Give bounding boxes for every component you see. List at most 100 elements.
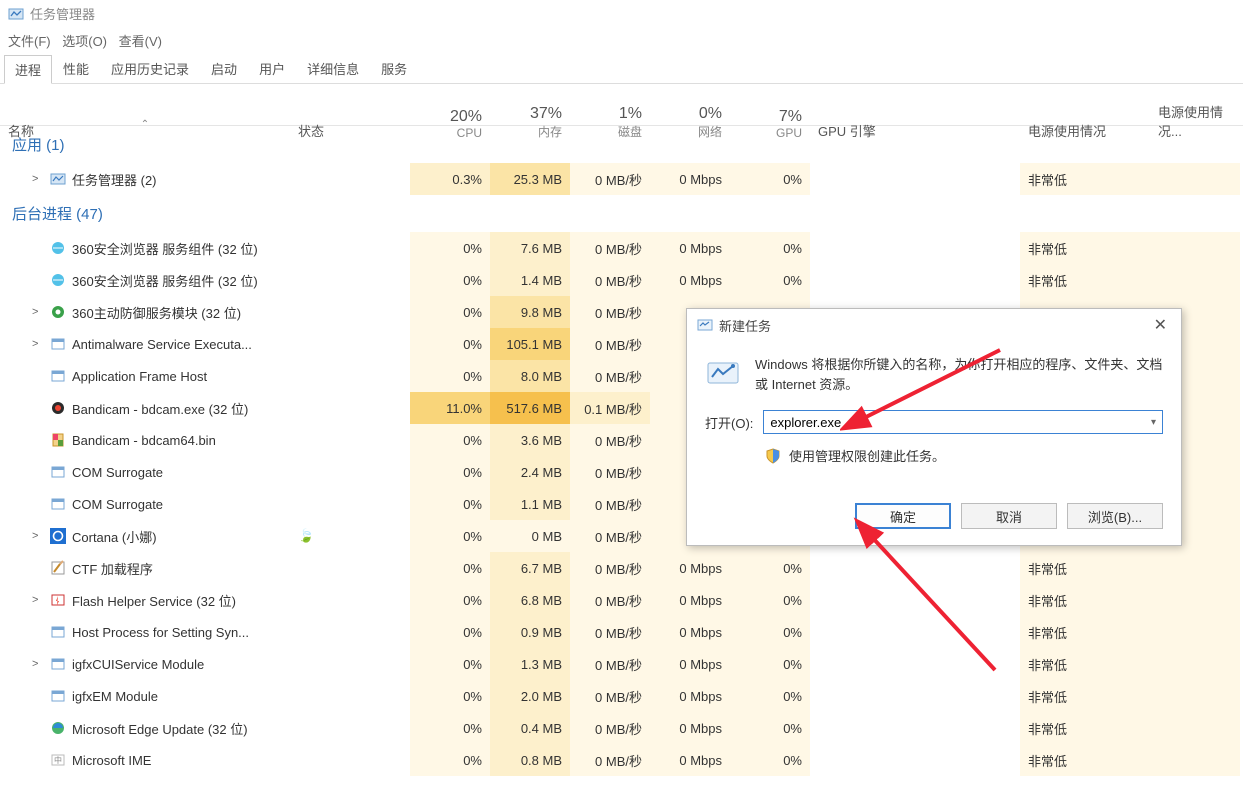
- disk-cell: 0 MB/秒: [570, 744, 650, 776]
- col-disk[interactable]: 1%磁盘: [570, 105, 650, 140]
- process-icon: [50, 272, 66, 288]
- process-row[interactable]: >任务管理器 (2)0.3%25.3 MB0 MB/秒0 Mbps0%非常低: [0, 163, 1243, 195]
- process-icon: [50, 464, 66, 480]
- memory-cell: 8.0 MB: [490, 360, 570, 392]
- disk-cell: 0 MB/秒: [570, 456, 650, 488]
- tab-3[interactable]: 启动: [200, 54, 248, 83]
- process-icon: [50, 336, 66, 352]
- cpu-cell: 0%: [410, 648, 490, 680]
- network-cell: 0 Mbps: [650, 264, 730, 296]
- process-icon: [50, 304, 66, 320]
- expander-icon[interactable]: >: [32, 530, 44, 542]
- network-cell: 0 Mbps: [650, 616, 730, 648]
- tab-5[interactable]: 详细信息: [296, 54, 370, 83]
- expander-icon[interactable]: >: [32, 658, 44, 670]
- col-memory[interactable]: 37%内存: [490, 105, 570, 140]
- memory-cell: 7.6 MB: [490, 232, 570, 264]
- status-cell: [290, 296, 410, 328]
- tab-2[interactable]: 应用历史记录: [100, 54, 200, 83]
- col-gpu-engine[interactable]: GPU 引擎: [810, 103, 1020, 140]
- disk-cell: 0 MB/秒: [570, 232, 650, 264]
- task-manager-app-icon: [8, 6, 24, 22]
- process-name: Bandicam - bdcam64.bin: [72, 433, 216, 448]
- browse-button[interactable]: 浏览(B)...: [1067, 503, 1163, 529]
- disk-cell: 0 MB/秒: [570, 584, 650, 616]
- status-cell: [290, 744, 410, 776]
- tab-0[interactable]: 进程: [4, 55, 52, 84]
- annotation-arrow-2: [845, 510, 1025, 690]
- expander-icon[interactable]: >: [32, 306, 44, 318]
- disk-cell: 0.1 MB/秒: [570, 392, 650, 424]
- memory-cell: 2.0 MB: [490, 680, 570, 712]
- menu-file[interactable]: 文件(F): [8, 34, 51, 49]
- shield-icon: [765, 448, 781, 464]
- power-cell: 非常低: [1020, 163, 1150, 195]
- power-cell: 非常低: [1020, 232, 1150, 264]
- process-row[interactable]: 360安全浏览器 服务组件 (32 位)0%1.4 MB0 MB/秒0 Mbps…: [0, 264, 1243, 296]
- power-cell: 非常低: [1020, 584, 1150, 616]
- process-name: Application Frame Host: [72, 369, 207, 384]
- process-row[interactable]: >igfxCUIService Module0%1.3 MB0 MB/秒0 Mb…: [0, 648, 1243, 680]
- status-cell: [290, 424, 410, 456]
- tab-6[interactable]: 服务: [370, 54, 418, 83]
- memory-cell: 6.8 MB: [490, 584, 570, 616]
- gpu-cell: 0%: [730, 232, 810, 264]
- gpu-cell: 0%: [730, 744, 810, 776]
- col-network[interactable]: 0%网络: [650, 105, 730, 140]
- cpu-cell: 0%: [410, 744, 490, 776]
- process-name: 360安全浏览器 服务组件 (32 位): [72, 239, 258, 258]
- process-name: CTF 加载程序: [72, 559, 153, 578]
- process-row[interactable]: Microsoft Edge Update (32 位)0%0.4 MB0 MB…: [0, 712, 1243, 744]
- col-power-trend[interactable]: 电源使用情况...: [1150, 84, 1240, 140]
- power-cell: 非常低: [1020, 648, 1150, 680]
- process-icon: [50, 560, 66, 576]
- col-cpu[interactable]: 20%CPU: [410, 108, 490, 140]
- gpu-cell: 0%: [730, 680, 810, 712]
- process-row[interactable]: Host Process for Setting Syn...0%0.9 MB0…: [0, 616, 1243, 648]
- expander-icon[interactable]: >: [32, 173, 44, 185]
- col-name[interactable]: ⌃ 名称: [0, 121, 290, 140]
- dialog-titlebar[interactable]: 新建任务 ✕: [687, 309, 1181, 341]
- run-program-icon: [705, 355, 741, 391]
- status-cell: [290, 163, 410, 195]
- dropdown-icon[interactable]: ▾: [1151, 417, 1156, 428]
- process-icon: 中: [50, 752, 66, 768]
- status-cell: [290, 712, 410, 744]
- network-cell: 0 Mbps: [650, 163, 730, 195]
- memory-cell: 0.4 MB: [490, 712, 570, 744]
- power-trend-cell: [1150, 648, 1240, 680]
- power-trend-cell: [1150, 552, 1240, 584]
- process-row[interactable]: 360安全浏览器 服务组件 (32 位)0%7.6 MB0 MB/秒0 Mbps…: [0, 232, 1243, 264]
- tab-1[interactable]: 性能: [52, 54, 100, 83]
- expander-icon[interactable]: >: [32, 338, 44, 350]
- menu-view[interactable]: 查看(V): [119, 34, 162, 49]
- cpu-cell: 0%: [410, 296, 490, 328]
- process-icon: [50, 688, 66, 704]
- dialog-close-icon[interactable]: ✕: [1150, 315, 1171, 335]
- status-cell: [290, 488, 410, 520]
- col-power[interactable]: 电源使用情况: [1020, 103, 1150, 140]
- status-cell: [290, 232, 410, 264]
- network-cell: 0 Mbps: [650, 648, 730, 680]
- window-titlebar: 任务管理器: [0, 0, 1243, 27]
- disk-cell: 0 MB/秒: [570, 163, 650, 195]
- cpu-cell: 0%: [410, 328, 490, 360]
- col-status[interactable]: 状态: [290, 121, 410, 140]
- group-background[interactable]: 后台进程 (47): [0, 195, 1243, 232]
- dialog-title-text: 新建任务: [719, 316, 771, 335]
- process-row[interactable]: 中Microsoft IME0%0.8 MB0 MB/秒0 Mbps0%非常低: [0, 744, 1243, 776]
- process-row[interactable]: CTF 加载程序0%6.7 MB0 MB/秒0 Mbps0%非常低: [0, 552, 1243, 584]
- status-cell: [290, 264, 410, 296]
- status-cell: [290, 456, 410, 488]
- process-row[interactable]: >Flash Helper Service (32 位)0%6.8 MB0 MB…: [0, 584, 1243, 616]
- col-gpu[interactable]: 7%GPU: [730, 108, 810, 140]
- status-cell: [290, 648, 410, 680]
- disk-cell: 0 MB/秒: [570, 424, 650, 456]
- process-name: 360安全浏览器 服务组件 (32 位): [72, 271, 258, 290]
- memory-cell: 25.3 MB: [490, 163, 570, 195]
- tab-4[interactable]: 用户: [248, 54, 296, 83]
- network-cell: 0 Mbps: [650, 744, 730, 776]
- menu-options[interactable]: 选项(O): [62, 34, 107, 49]
- expander-icon[interactable]: >: [32, 594, 44, 606]
- process-row[interactable]: igfxEM Module0%2.0 MB0 MB/秒0 Mbps0%非常低: [0, 680, 1243, 712]
